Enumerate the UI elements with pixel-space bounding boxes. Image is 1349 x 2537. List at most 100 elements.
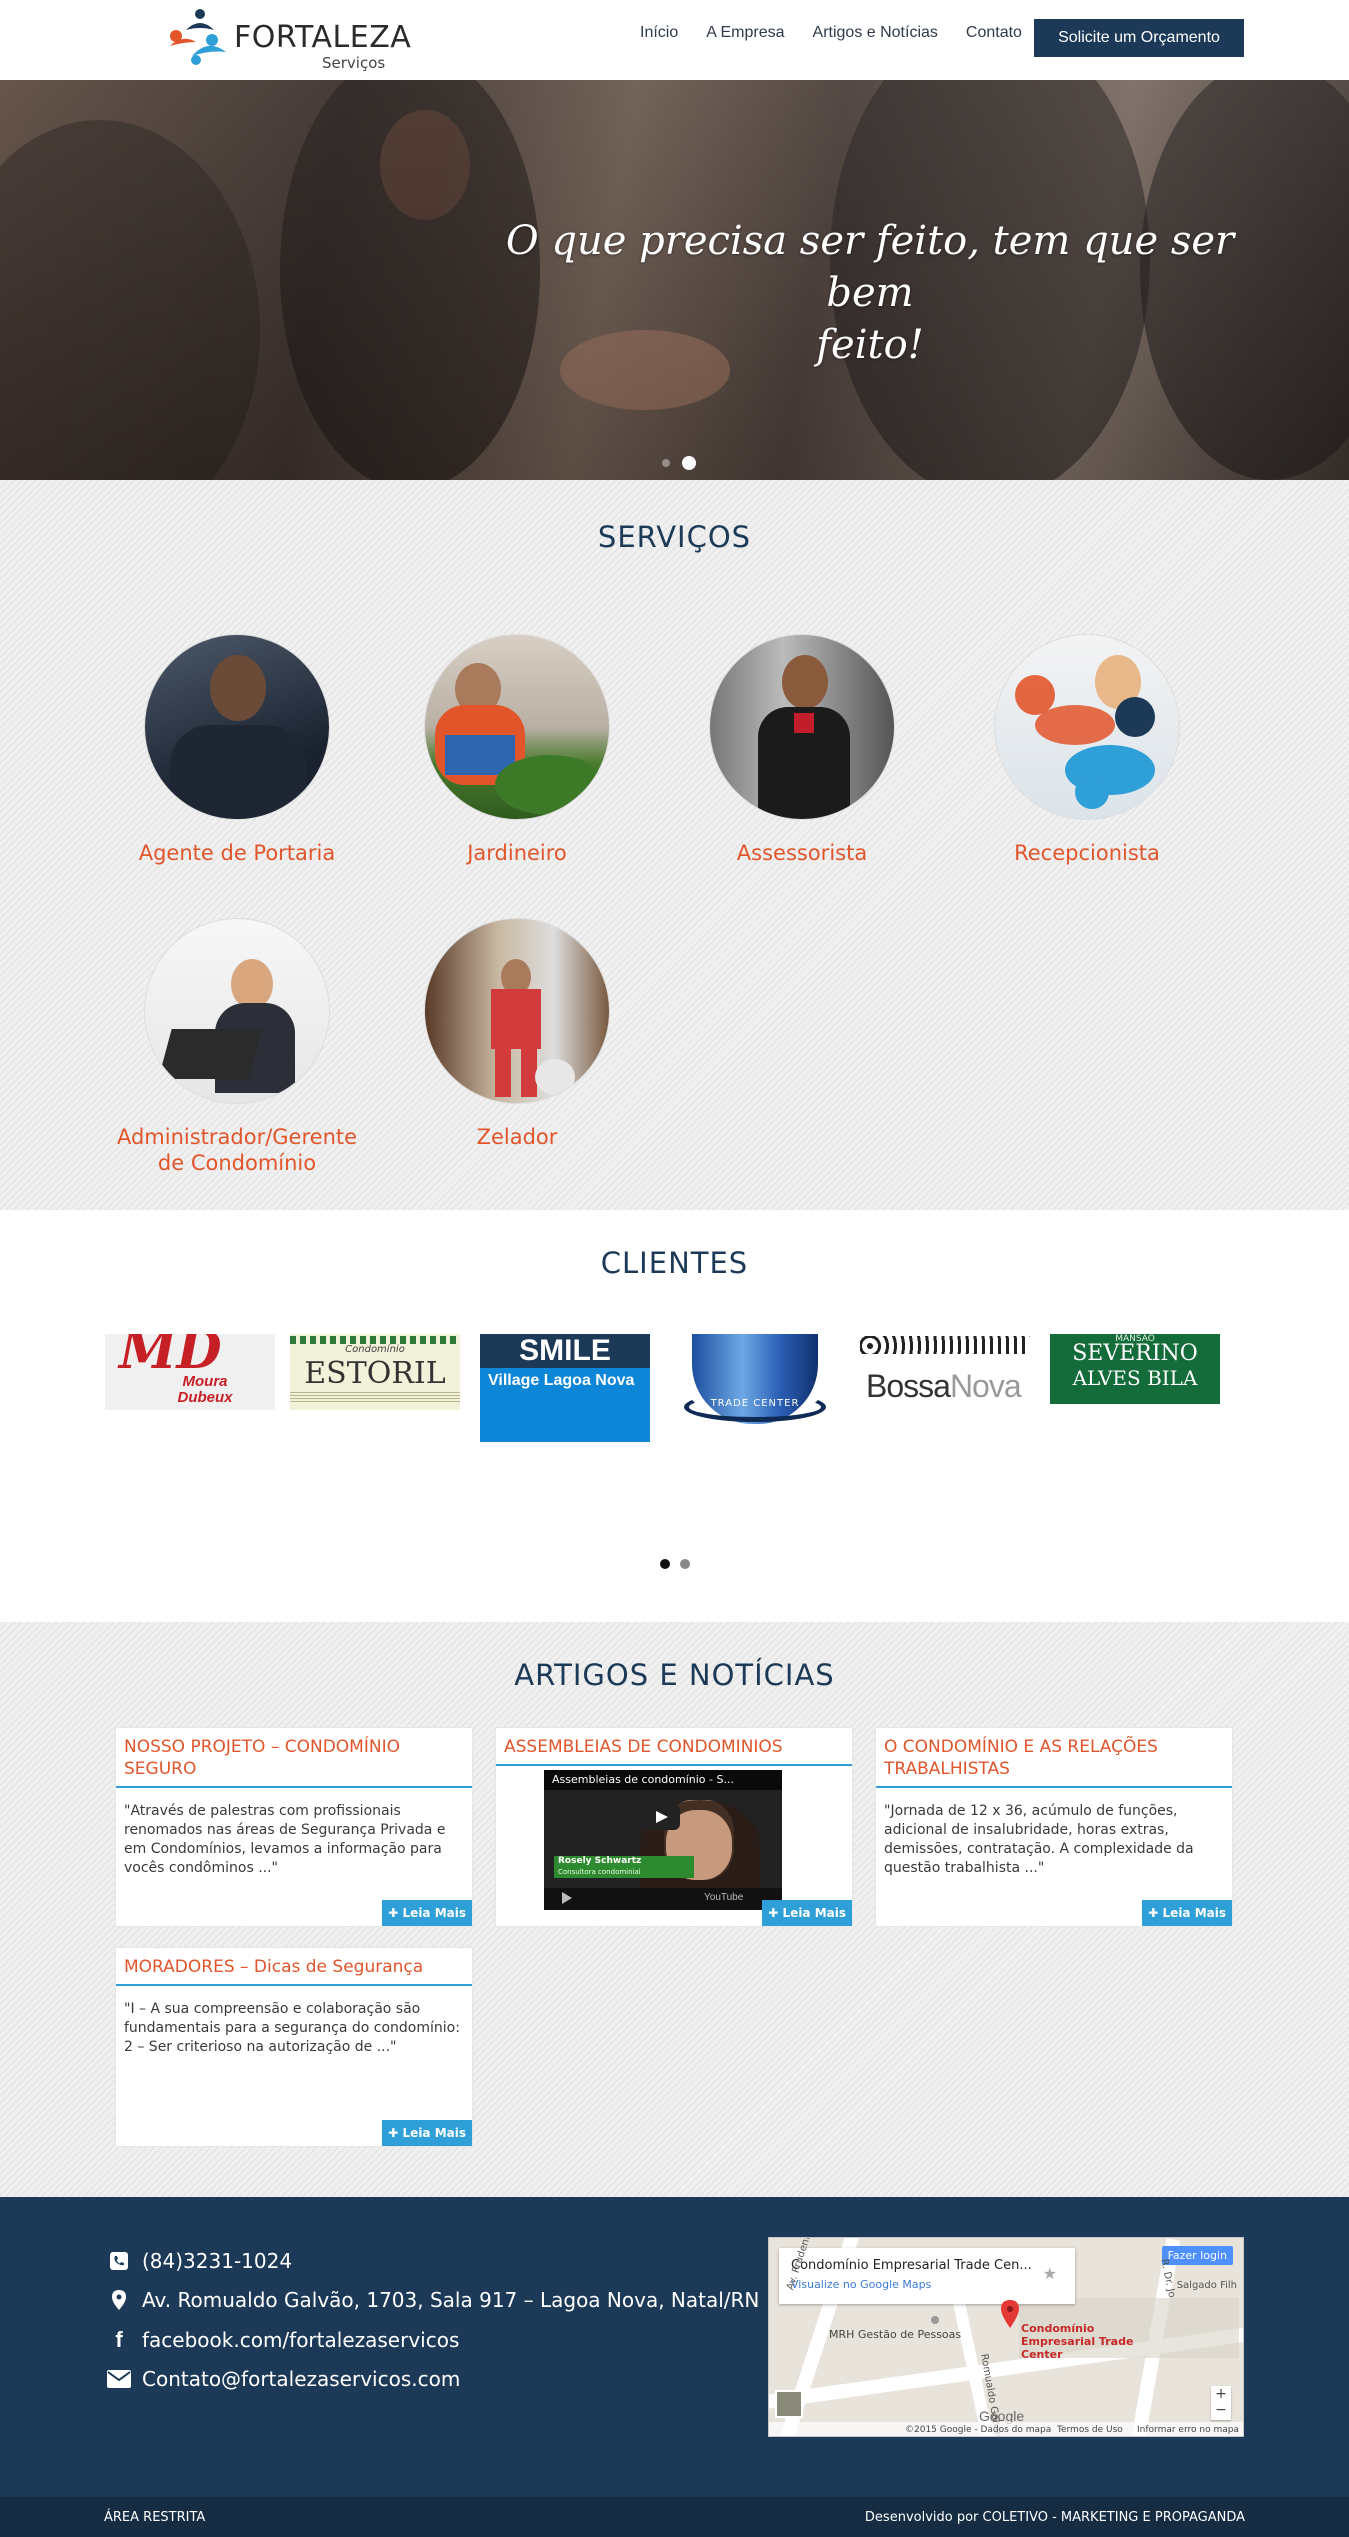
article-card[interactable]: O CONDOMÍNIO E AS RELAÇÕES TRABALHISTAS … (875, 1727, 1233, 1927)
location-map[interactable]: Condomínio Empresarial Trade Cen... Visu… (768, 2237, 1244, 2437)
logo-text: SMILE (519, 1334, 611, 1367)
email-link[interactable]: Contato@fortalezaservicos.com (142, 2367, 460, 2391)
slider-dot-active[interactable] (682, 456, 696, 470)
client-logo-moura-dubeux[interactable]: MD Moura Dubeux (105, 1334, 275, 1410)
client-logo-smile[interactable]: SMILE Village Lagoa Nova (480, 1334, 650, 1442)
zoom-out-button[interactable]: − (1211, 2402, 1231, 2418)
service-card[interactable]: Recepcionista (967, 634, 1207, 866)
map-info-card: Condomínio Empresarial Trade Cen... Visu… (779, 2248, 1075, 2304)
contact-address: Av. Romualdo Galvão, 1703, Sala 917 – La… (104, 2288, 759, 2312)
logo-text: Moura Dubeux (177, 1373, 233, 1406)
read-more-label: Leia Mais (402, 1906, 466, 1920)
zoom-in-button[interactable]: + (1211, 2386, 1231, 2402)
client-logo-severino-alves-bila[interactable]: MANSÃO SEVERINO ALVES BILA (1050, 1334, 1220, 1404)
read-more-button[interactable]: ✚ Leia Mais (382, 2120, 472, 2146)
nav-inicio[interactable]: Início (640, 24, 678, 42)
service-card[interactable]: Assessorista (682, 634, 922, 866)
logo-text: TRADE CENTER (710, 1398, 800, 1409)
read-more-button[interactable]: ✚ Leia Mais (762, 1900, 852, 1926)
article-title[interactable]: ASSEMBLEIAS DE CONDOMINIOS (496, 1728, 852, 1766)
phone-icon (104, 2251, 134, 2271)
map-place-name: Condomínio Empresarial Trade Cen... (791, 2258, 1032, 2273)
article-card[interactable]: ASSEMBLEIAS DE CONDOMINIOS Assembleias d… (495, 1727, 853, 1927)
logo-text: Village Lagoa Nova (488, 1372, 635, 1389)
logo[interactable]: FORTALEZA Serviços (166, 8, 411, 72)
articles-section: ARTIGOS E NOTÍCIAS NOSSO PROJETO – CONDO… (0, 1622, 1349, 2197)
envelope-icon (104, 2370, 134, 2388)
contact-email[interactable]: Contato@fortalezaservicos.com (104, 2367, 460, 2391)
client-logo-estoril[interactable]: Condomínio ESTORIL (290, 1334, 460, 1410)
hero-slider: O que precisa ser feito, tem que ser bem… (0, 80, 1349, 480)
slider-dot[interactable] (662, 459, 670, 467)
read-more-label: Leia Mais (1162, 1906, 1226, 1920)
clients-section: CLIENTES MD Moura Dubeux Condomínio ESTO… (0, 1210, 1349, 1622)
service-photo (424, 918, 610, 1104)
map-terms-link[interactable]: Termos de Uso (1057, 2425, 1123, 2435)
nav-empresa[interactable]: A Empresa (706, 24, 784, 42)
developer-credit[interactable]: Desenvolvido por COLETIVO - MARKETING E … (865, 2510, 1245, 2525)
service-card[interactable]: Administrador/Gerente de Condomínio (112, 918, 362, 1176)
logo-mark-icon (170, 9, 226, 65)
clients-title: CLIENTES (600, 1246, 749, 1280)
hero-headline: O que precisa ser feito, tem que ser bem… (505, 218, 1235, 368)
articles-title: ARTIGOS E NOTÍCIAS (514, 1658, 835, 1692)
carousel-dot-active[interactable] (660, 1559, 670, 1569)
logo-subtitle: Serviços (322, 54, 386, 72)
video-title: Assembleias de condomínio - S... (552, 1773, 734, 1786)
article-excerpt: "Jornada de 12 x 36, acúmulo de funções,… (884, 1803, 1194, 1876)
article-excerpt: "Através de palestras com profissionais … (124, 1803, 446, 1876)
read-more-button[interactable]: ✚ Leia Mais (382, 1900, 472, 1926)
service-label: Recepcionista (1014, 841, 1160, 865)
play-icon[interactable] (642, 1804, 680, 1830)
service-photo (994, 634, 1180, 820)
services-section: SERVIÇOS Agente de Portaria Jardineiro A… (0, 480, 1349, 1210)
restricted-area-link[interactable]: ÁREA RESTRITA (104, 2510, 205, 2525)
map-open-link[interactable]: Visualize no Google Maps (791, 2278, 931, 2291)
services-title: SERVIÇOS (597, 520, 752, 554)
logo-name: FORTALEZA (234, 20, 412, 55)
nav-artigos[interactable]: Artigos e Notícias (813, 24, 938, 42)
facebook-link[interactable]: facebook.com/fortalezaservicos (142, 2328, 459, 2352)
service-photo (144, 634, 330, 820)
map-poi-label: MRH Gestão de Pessoas (829, 2328, 962, 2341)
logo-text: Nova (949, 1368, 1022, 1404)
logo-text: SEVERINO (1072, 1341, 1198, 1366)
client-logo-trade-center[interactable]: TRADE CENTER (670, 1334, 840, 1442)
address-text: Av. Romualdo Galvão, 1703, Sala 917 – La… (142, 2288, 760, 2312)
service-card[interactable]: Jardineiro (397, 634, 637, 866)
embedded-video[interactable]: Assembleias de condomínio - S... Rosely … (544, 1770, 782, 1910)
main-nav: Início A Empresa Artigos e Notícias Cont… (640, 24, 1050, 42)
carousel-dot[interactable] (680, 1559, 690, 1569)
article-card[interactable]: MORADORES – Dicas de Segurança "I – A su… (115, 1947, 473, 2147)
nav-contato[interactable]: Contato (966, 24, 1022, 42)
footer: (84)3231-1024 Av. Romualdo Galvão, 1703,… (0, 2197, 1349, 2497)
map-attribution: ©2015 Google - Dados do mapa (905, 2425, 1052, 2435)
bottom-bar: ÁREA RESTRITA Desenvolvido por COLETIVO … (0, 2497, 1349, 2537)
star-icon[interactable]: ★ (1043, 2264, 1057, 2283)
article-excerpt: "I – A sua compreensão e colaboração são… (124, 2001, 460, 2055)
service-label: Zelador (476, 1125, 558, 1149)
service-photo (424, 634, 610, 820)
logo-text: ALVES BILA (1072, 1366, 1198, 1390)
youtube-logo[interactable]: YouTube (704, 1892, 743, 1903)
article-title[interactable]: O CONDOMÍNIO E AS RELAÇÕES TRABALHISTAS (876, 1728, 1232, 1788)
article-title[interactable]: NOSSO PROJETO – CONDOMÍNIO SEGURO (116, 1728, 472, 1788)
contact-phone[interactable]: (84)3231-1024 (104, 2249, 292, 2273)
article-title[interactable]: MORADORES – Dicas de Segurança (116, 1948, 472, 1986)
quote-button[interactable]: Solicite um Orçamento (1034, 19, 1244, 57)
service-card[interactable]: Agente de Portaria (117, 634, 357, 866)
contact-facebook[interactable]: f facebook.com/fortalezaservicos (104, 2327, 459, 2353)
map-satellite-toggle[interactable] (775, 2390, 803, 2418)
read-more-label: Leia Mais (782, 1906, 846, 1920)
read-more-button[interactable]: ✚ Leia Mais (1142, 1900, 1232, 1926)
article-card[interactable]: NOSSO PROJETO – CONDOMÍNIO SEGURO "Atrav… (115, 1727, 473, 1927)
map-report-link[interactable]: Informar erro no mapa (1137, 2425, 1239, 2435)
map-zoom-control: + − (1211, 2386, 1231, 2420)
map-login-button[interactable]: Fazer login (1161, 2246, 1233, 2265)
client-logo-bossa-nova[interactable]: BossaNova (860, 1334, 1030, 1410)
logo-text: Bossa (866, 1368, 951, 1404)
service-card[interactable]: Zelador (397, 918, 637, 1150)
map-pin-icon[interactable] (1001, 2300, 1019, 2328)
service-photo (144, 918, 330, 1104)
play-control-icon[interactable] (562, 1892, 572, 1904)
